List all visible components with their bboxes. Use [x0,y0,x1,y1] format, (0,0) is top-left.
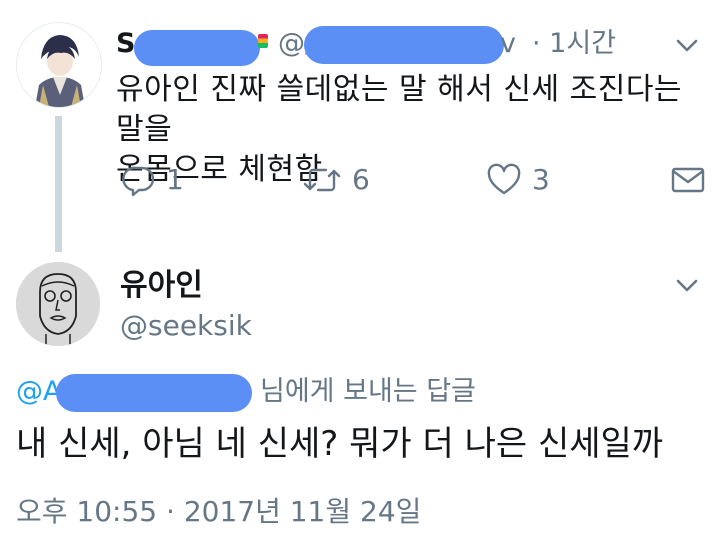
flag-emoji-icon [258,34,268,48]
reply-button[interactable]: 1 [122,160,184,200]
thread-connector-line [55,116,62,252]
chevron-down-icon[interactable] [672,270,702,300]
retweet-count: 6 [352,163,370,196]
tweet-text: 내 신세, 아님 네 신세? 뭐가 더 나은 신세일까 [16,424,664,464]
author-name[interactable]: S [116,28,135,59]
author-name[interactable]: 유아인 [120,266,203,306]
heart-icon [487,163,521,195]
redacted-handle [304,26,504,64]
avatar[interactable] [16,22,102,108]
tweet-actions: 1 6 3 [116,160,716,200]
reply-to-label: 님에게 보내는 답글 [260,376,476,407]
chevron-down-icon[interactable] [672,30,702,60]
tweet-thread: S @/ v · 1시간 유아인 진짜 쓸데없는 말 해서 신세 조진다는 말을… [0,0,720,560]
author-handle[interactable]: @seeksik [120,306,252,346]
retweet-button[interactable]: 6 [302,160,370,200]
redacted-mention [56,374,252,412]
tweet-timestamp[interactable]: 오후 10:55 · 2017년 11월 24일 [16,492,421,532]
redacted-name [134,30,260,66]
reply-mention-link[interactable]: @A [16,372,61,412]
retweet-icon [303,168,341,192]
reply-count: 1 [166,163,184,196]
reply-icon [122,166,155,197]
like-count: 3 [532,163,550,196]
like-button[interactable]: 3 [486,160,550,200]
message-icon [671,167,705,193]
avatar[interactable] [16,262,100,346]
tweet-text-line: 유아인 진짜 쓸데없는 말 해서 신세 조진다는 말을 [116,72,683,147]
direct-message-button[interactable] [670,160,706,200]
tweet-time[interactable]: · 1시간 [532,24,616,64]
author-handle-suffix: v [500,28,516,59]
